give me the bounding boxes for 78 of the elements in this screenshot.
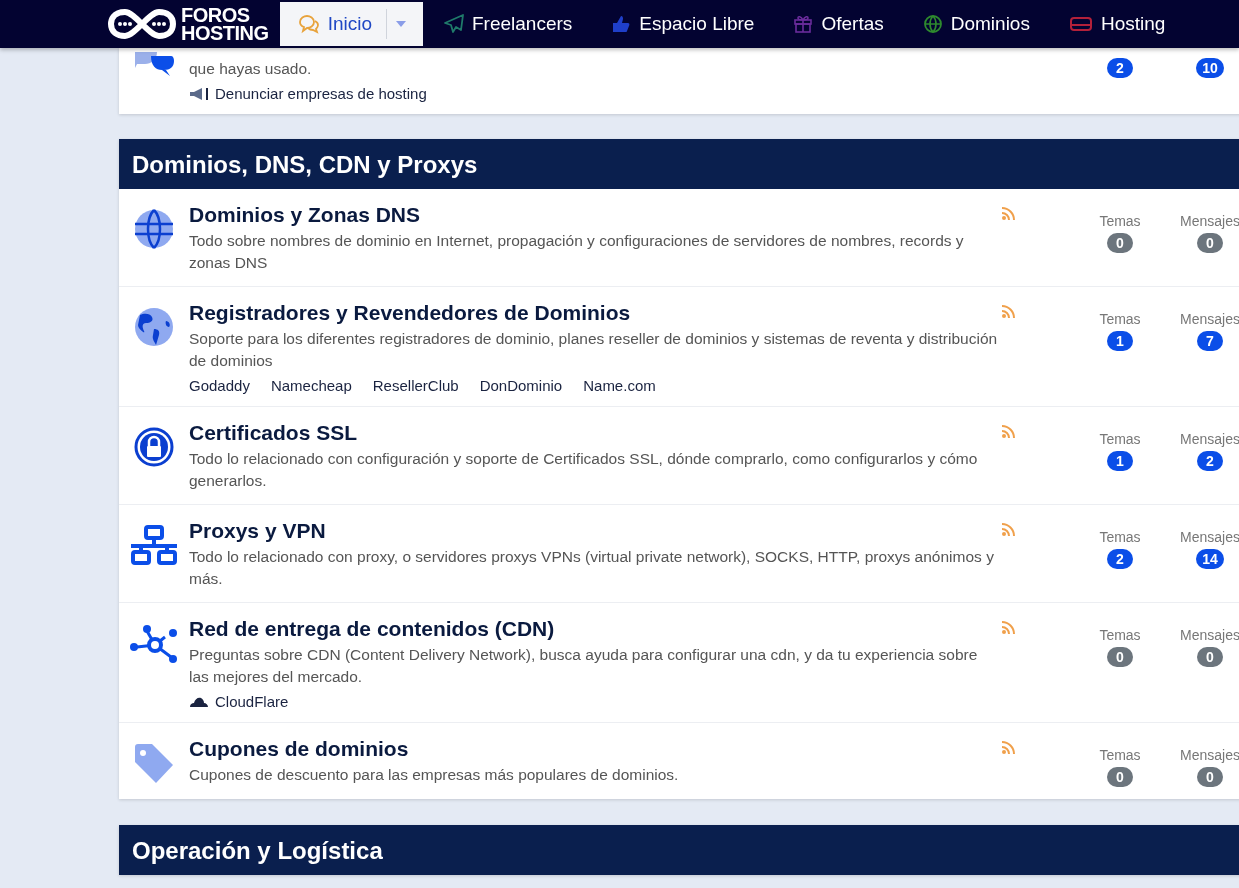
thumbs-up-icon bbox=[611, 14, 632, 34]
count-badge: 2 bbox=[1107, 58, 1133, 78]
chat-bubbles-icon bbox=[133, 52, 175, 78]
stat-label: Mensajes bbox=[1180, 311, 1239, 327]
logo-text[interactable]: HOSTING bbox=[181, 24, 269, 42]
count-badge: 0 bbox=[1107, 647, 1133, 667]
count-badge: 0 bbox=[1107, 233, 1133, 253]
stat-label: Mensajes bbox=[1180, 627, 1239, 643]
stat-label: Mensajes bbox=[1180, 529, 1239, 545]
forum-description: que hayas usado. bbox=[189, 59, 313, 79]
stat-label: Mensajes bbox=[1180, 213, 1239, 229]
paper-plane-icon bbox=[444, 14, 464, 34]
megaphone-icon bbox=[189, 86, 209, 101]
forum-description: Todo sobre nombres de dominio en Internet, propagación y configuraciones de servidores de nombres, records y zonas DNS bbox=[189, 231, 965, 273]
logo-text[interactable]: FOROS bbox=[181, 6, 269, 24]
stat-label: Mensajes bbox=[1180, 747, 1239, 763]
subforum-link[interactable]: DonDominio bbox=[479, 377, 563, 394]
stat-label: Temas bbox=[1099, 529, 1141, 545]
count-badge: 2 bbox=[1197, 451, 1223, 471]
nav-tab[interactable]: Dominios bbox=[904, 2, 1048, 46]
count-badge: 10 bbox=[1196, 58, 1224, 78]
forum-description: Todo lo relacionado con proxy, o servidores proxys VPNs (virtual private network), SOCKS, HTTP, proxys anónimos y más. bbox=[189, 547, 995, 589]
forum-description: Cupones de descuento para las empresas más populares de dominios. bbox=[189, 765, 680, 785]
count-badge: 1 bbox=[1107, 331, 1133, 351]
forum-title[interactable]: Proxys y VPN bbox=[189, 519, 1001, 543]
nav-tab[interactable]: Hosting bbox=[1050, 2, 1184, 46]
padlock-icon bbox=[134, 427, 174, 467]
forum-title[interactable]: Certificados SSL bbox=[189, 421, 1001, 445]
nav-tab[interactable]: Ofertas bbox=[775, 2, 902, 46]
forum-description: Preguntas sobre CDN (Content Delivery Network), busca ayuda para configurar una cdn, y da tu experiencia sobre las mejores del mercado. bbox=[189, 645, 979, 687]
count-badge: 2 bbox=[1107, 549, 1133, 569]
stat-label: Mensajes bbox=[1180, 431, 1239, 447]
forum-title[interactable]: Red de entrega de contenidos (CDN) bbox=[189, 617, 1001, 641]
count-badge: 0 bbox=[1197, 233, 1223, 253]
rss-icon[interactable] bbox=[1001, 523, 1015, 537]
nav-tab[interactable]: Espacio Libre bbox=[593, 2, 773, 46]
chat-icon bbox=[297, 14, 320, 34]
network-icon bbox=[129, 525, 179, 565]
subforum-link[interactable]: Name.com bbox=[583, 377, 656, 394]
earth-icon bbox=[134, 307, 174, 347]
subforum-link[interactable]: CloudFlare bbox=[189, 693, 289, 710]
stat-label: Temas bbox=[1099, 431, 1141, 447]
nav-tab[interactable]: Freelancers bbox=[426, 2, 591, 46]
stat-label: Temas bbox=[1099, 747, 1141, 763]
subforum-link[interactable]: Godaddy bbox=[189, 377, 250, 394]
count-badge: 7 bbox=[1197, 331, 1223, 351]
globe-icon bbox=[134, 209, 174, 249]
count-badge: 0 bbox=[1197, 647, 1223, 667]
stat-label: Temas bbox=[1099, 311, 1141, 327]
section-header: Operación y Logística bbox=[119, 825, 1239, 875]
subforum-link[interactable]: Denunciar empresas de hosting bbox=[189, 85, 427, 102]
rss-icon[interactable] bbox=[1001, 425, 1015, 439]
forum-title[interactable]: Cupones de dominios bbox=[189, 737, 1001, 761]
rss-icon[interactable] bbox=[1001, 741, 1015, 755]
count-badge: 14 bbox=[1196, 549, 1224, 569]
stat-label: Temas bbox=[1099, 213, 1141, 229]
forum-description: Soporte para los diferentes registradores de dominio, planes reseller de dominios y sistemas de reventa y distribución de dominios bbox=[189, 329, 999, 371]
globe-icon bbox=[922, 14, 943, 34]
section-header: Dominios, DNS, CDN y Proxys bbox=[119, 139, 1239, 189]
infinity-logo-icon[interactable] bbox=[107, 6, 177, 42]
gift-icon bbox=[793, 14, 814, 34]
forum-description: Todo lo relacionado con configuración y soporte de Certificados SSL, dónde comprarlo, como configurarlos y cómo generarlos. bbox=[189, 449, 979, 491]
subforum-link[interactable]: Namecheap bbox=[270, 377, 352, 394]
subforum-link[interactable]: ResellerClub bbox=[372, 377, 459, 394]
rss-icon[interactable] bbox=[1001, 621, 1015, 635]
stat-label: Temas bbox=[1099, 627, 1141, 643]
rss-icon[interactable] bbox=[1001, 305, 1015, 319]
caret-icon[interactable] bbox=[386, 9, 407, 39]
tag-icon bbox=[133, 743, 175, 785]
rss-icon[interactable] bbox=[1001, 207, 1015, 221]
count-badge: 1 bbox=[1107, 451, 1133, 471]
forum-title[interactable]: Registradores y Revendedores de Dominios bbox=[189, 301, 1001, 325]
network-nodes-icon bbox=[129, 623, 179, 665]
forum-title[interactable]: Dominios y Zonas DNS bbox=[189, 203, 1001, 227]
count-badge: 0 bbox=[1197, 767, 1223, 787]
count-badge: 0 bbox=[1107, 767, 1133, 787]
active-nav-tab[interactable]: Inicio bbox=[279, 2, 423, 46]
server-icon bbox=[1068, 15, 1093, 33]
